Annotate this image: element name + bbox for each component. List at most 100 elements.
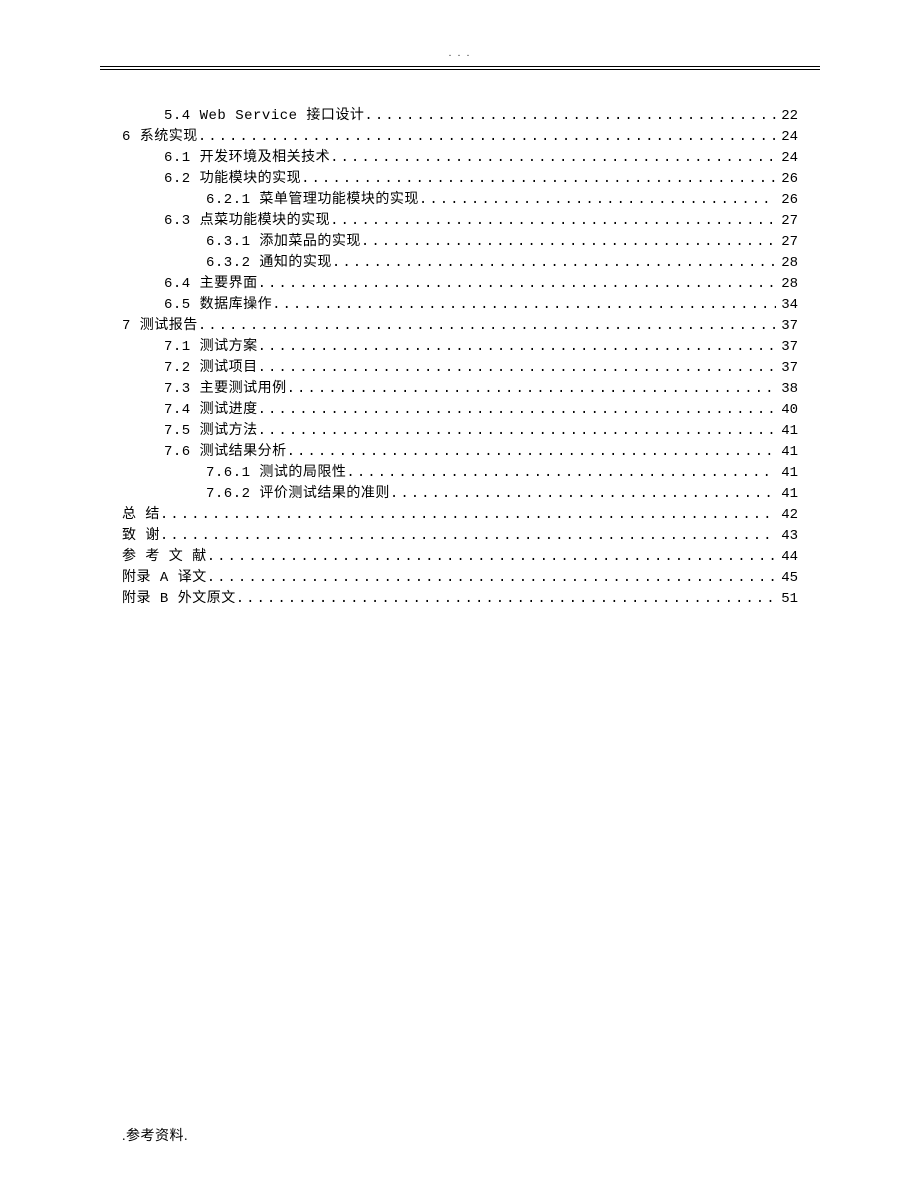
toc-entry: 7.1 测试方案 37	[122, 337, 798, 358]
toc-entry-label: 6.5 数据库操作	[164, 295, 272, 316]
toc-leader-dots	[258, 274, 776, 295]
table-of-contents: 5.4 Web Service 接口设计226 系统实现246.1 开发环境及相…	[122, 106, 798, 610]
toc-leader-dots	[330, 211, 776, 232]
toc-entry-label: 附录 A 译文	[122, 568, 207, 589]
toc-leader-dots	[346, 463, 776, 484]
toc-entry: 7.4 测试进度 40	[122, 400, 798, 421]
toc-entry: 6.4 主要界面 28	[122, 274, 798, 295]
toc-entry-page: 22	[776, 106, 798, 127]
toc-entry: 总 结 42	[122, 505, 798, 526]
toc-entry-page: 38	[776, 379, 798, 400]
toc-leader-dots	[301, 169, 776, 190]
toc-entry-page: 44	[776, 547, 798, 568]
toc-entry: 附录 B 外文原文 51	[122, 589, 798, 610]
toc-leader-dots	[160, 526, 776, 547]
toc-entry-label: 总 结	[122, 505, 160, 526]
toc-entry-label: 7.6 测试结果分析	[164, 442, 287, 463]
toc-entry-label: 6.4 主要界面	[164, 274, 258, 295]
toc-entry: 6.1 开发环境及相关技术 24	[122, 148, 798, 169]
toc-entry-page: 37	[776, 316, 798, 337]
toc-entry-page: 26	[776, 190, 798, 211]
toc-entry-label: 6.3.2 通知的实现	[206, 253, 332, 274]
toc-entry-page: 37	[776, 358, 798, 379]
toc-entry-label: 6.1 开发环境及相关技术	[164, 148, 330, 169]
toc-entry-label: 参 考 文 献	[122, 547, 207, 568]
toc-leader-dots	[419, 190, 776, 211]
toc-entry-label: 附录 B 外文原文	[122, 589, 236, 610]
toc-entry: 7.5 测试方法 41	[122, 421, 798, 442]
toc-entry-page: 42	[776, 505, 798, 526]
toc-leader-dots	[258, 421, 776, 442]
toc-entry-label: 7.6.2 评价测试结果的准则	[206, 484, 390, 505]
toc-leader-dots	[287, 379, 776, 400]
toc-entry-label: 7.6.1 测试的局限性	[206, 463, 346, 484]
toc-entry-page: 51	[776, 589, 798, 610]
toc-entry: 附录 A 译文 45	[122, 568, 798, 589]
toc-leader-dots	[361, 232, 776, 253]
toc-entry-page: 41	[776, 442, 798, 463]
toc-entry: 7 测试报告 37	[122, 316, 798, 337]
toc-entry-label: 6 系统实现	[122, 127, 198, 148]
toc-leader-dots	[364, 106, 776, 127]
toc-leader-dots	[198, 127, 776, 148]
toc-entry-page: 41	[776, 484, 798, 505]
toc-entry-page: 24	[776, 148, 798, 169]
toc-entry-label: 6.3 点菜功能模块的实现	[164, 211, 330, 232]
header-rule-bottom	[100, 69, 820, 70]
toc-entry-page: 27	[776, 211, 798, 232]
toc-entry: 7.2 测试项目 37	[122, 358, 798, 379]
toc-entry-label: 6.3.1 添加菜品的实现	[206, 232, 361, 253]
toc-entry-page: 28	[776, 274, 798, 295]
toc-entry-label: 7.4 测试进度	[164, 400, 258, 421]
toc-entry: 7.6 测试结果分析 41	[122, 442, 798, 463]
toc-leader-dots	[207, 547, 776, 568]
toc-leader-dots	[332, 253, 776, 274]
toc-leader-dots	[207, 568, 776, 589]
toc-entry-label: 7.1 测试方案	[164, 337, 258, 358]
toc-entry-page: 43	[776, 526, 798, 547]
toc-entry-page: 45	[776, 568, 798, 589]
toc-leader-dots	[198, 316, 776, 337]
toc-entry-page: 41	[776, 421, 798, 442]
toc-entry: 7.6.1 测试的局限性 41	[122, 463, 798, 484]
toc-leader-dots	[160, 505, 776, 526]
header-rule-top	[100, 66, 820, 67]
toc-entry-page: 24	[776, 127, 798, 148]
toc-entry-label: 6.2 功能模块的实现	[164, 169, 301, 190]
toc-entry: 致 谢 43	[122, 526, 798, 547]
toc-entry-page: 37	[776, 337, 798, 358]
toc-entry: 参 考 文 献 44	[122, 547, 798, 568]
toc-entry-label: 7.3 主要测试用例	[164, 379, 287, 400]
toc-entry: 6.2.1 菜单管理功能模块的实现 26	[122, 190, 798, 211]
footer-text: .参考资料.	[122, 1125, 188, 1145]
toc-entry-label: 7 测试报告	[122, 316, 198, 337]
toc-leader-dots	[236, 589, 776, 610]
toc-entry-page: 34	[776, 295, 798, 316]
toc-entry-page: 40	[776, 400, 798, 421]
toc-entry: 6.2 功能模块的实现 26	[122, 169, 798, 190]
toc-entry: 6.3 点菜功能模块的实现 27	[122, 211, 798, 232]
toc-leader-dots	[390, 484, 776, 505]
toc-entry-page: 28	[776, 253, 798, 274]
toc-leader-dots	[258, 358, 776, 379]
toc-leader-dots	[272, 295, 776, 316]
toc-entry-label: 6.2.1 菜单管理功能模块的实现	[206, 190, 419, 211]
toc-entry: 5.4 Web Service 接口设计 22	[122, 106, 798, 127]
toc-leader-dots	[258, 337, 776, 358]
header-mark: . . .	[449, 48, 472, 59]
toc-entry: 6.5 数据库操作 34	[122, 295, 798, 316]
toc-entry: 7.3 主要测试用例 38	[122, 379, 798, 400]
toc-entry-page: 26	[776, 169, 798, 190]
toc-entry-label: 7.2 测试项目	[164, 358, 258, 379]
toc-entry-page: 41	[776, 463, 798, 484]
toc-leader-dots	[330, 148, 776, 169]
toc-entry-label: 致 谢	[122, 526, 160, 547]
toc-entry: 6 系统实现 24	[122, 127, 798, 148]
toc-leader-dots	[258, 400, 776, 421]
toc-entry: 6.3.2 通知的实现 28	[122, 253, 798, 274]
toc-leader-dots	[287, 442, 776, 463]
toc-entry-page: 27	[776, 232, 798, 253]
toc-entry: 6.3.1 添加菜品的实现 27	[122, 232, 798, 253]
toc-entry-label: 7.5 测试方法	[164, 421, 258, 442]
toc-entry-label: 5.4 Web Service 接口设计	[164, 106, 364, 127]
